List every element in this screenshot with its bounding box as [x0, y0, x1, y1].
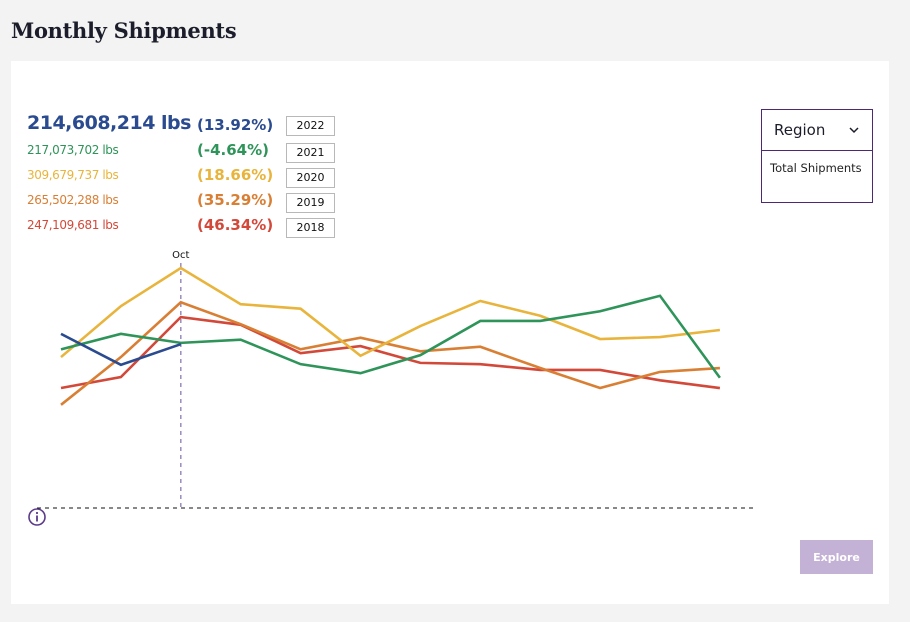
legend-pct-2019: (35.29%): [197, 191, 274, 209]
info-icon[interactable]: [27, 507, 47, 527]
legend-total-2021: 217,073,702 lbs: [27, 143, 119, 157]
year-toggle-2018[interactable]: 2018: [286, 218, 335, 238]
legend-total-2020: 309,679,737 lbs: [27, 168, 119, 182]
chart-card: Oct 214,608,214 lbs (13.92%) 2022 217,073,7…: [11, 61, 889, 604]
region-option-total-shipments[interactable]: Total Shipments: [762, 151, 872, 185]
year-toggle-2019[interactable]: 2019: [286, 193, 335, 213]
year-toggle-2021[interactable]: 2021: [286, 143, 335, 163]
line-chart: Oct: [37, 250, 753, 509]
year-toggle-2022[interactable]: 2022: [286, 116, 335, 136]
legend-total-2019: 265,502,288 lbs: [27, 193, 119, 207]
year-toggle-2020[interactable]: 2020: [286, 168, 335, 188]
series-line-2022[interactable]: [60, 332, 182, 367]
legend-pct-2021: (-4.64%): [197, 141, 269, 159]
legend-pct-2018: (46.34%): [197, 216, 274, 234]
legend-pct-2020: (18.66%): [197, 166, 274, 184]
region-select[interactable]: Region: [762, 110, 872, 151]
page-title: Monthly Shipments: [11, 18, 237, 43]
region-select-label: Region: [774, 121, 826, 139]
legend-total-2018: 247,109,681 lbs: [27, 218, 119, 232]
legend-total-2022: 214,608,214 lbs: [27, 112, 191, 134]
legend-pct-2022: (13.92%): [197, 116, 274, 134]
chevron-down-icon: [849, 127, 859, 134]
highlight-label: Oct: [172, 250, 189, 261]
explore-button[interactable]: Explore: [800, 540, 873, 574]
region-dropdown: Region Total Shipments: [761, 109, 873, 203]
